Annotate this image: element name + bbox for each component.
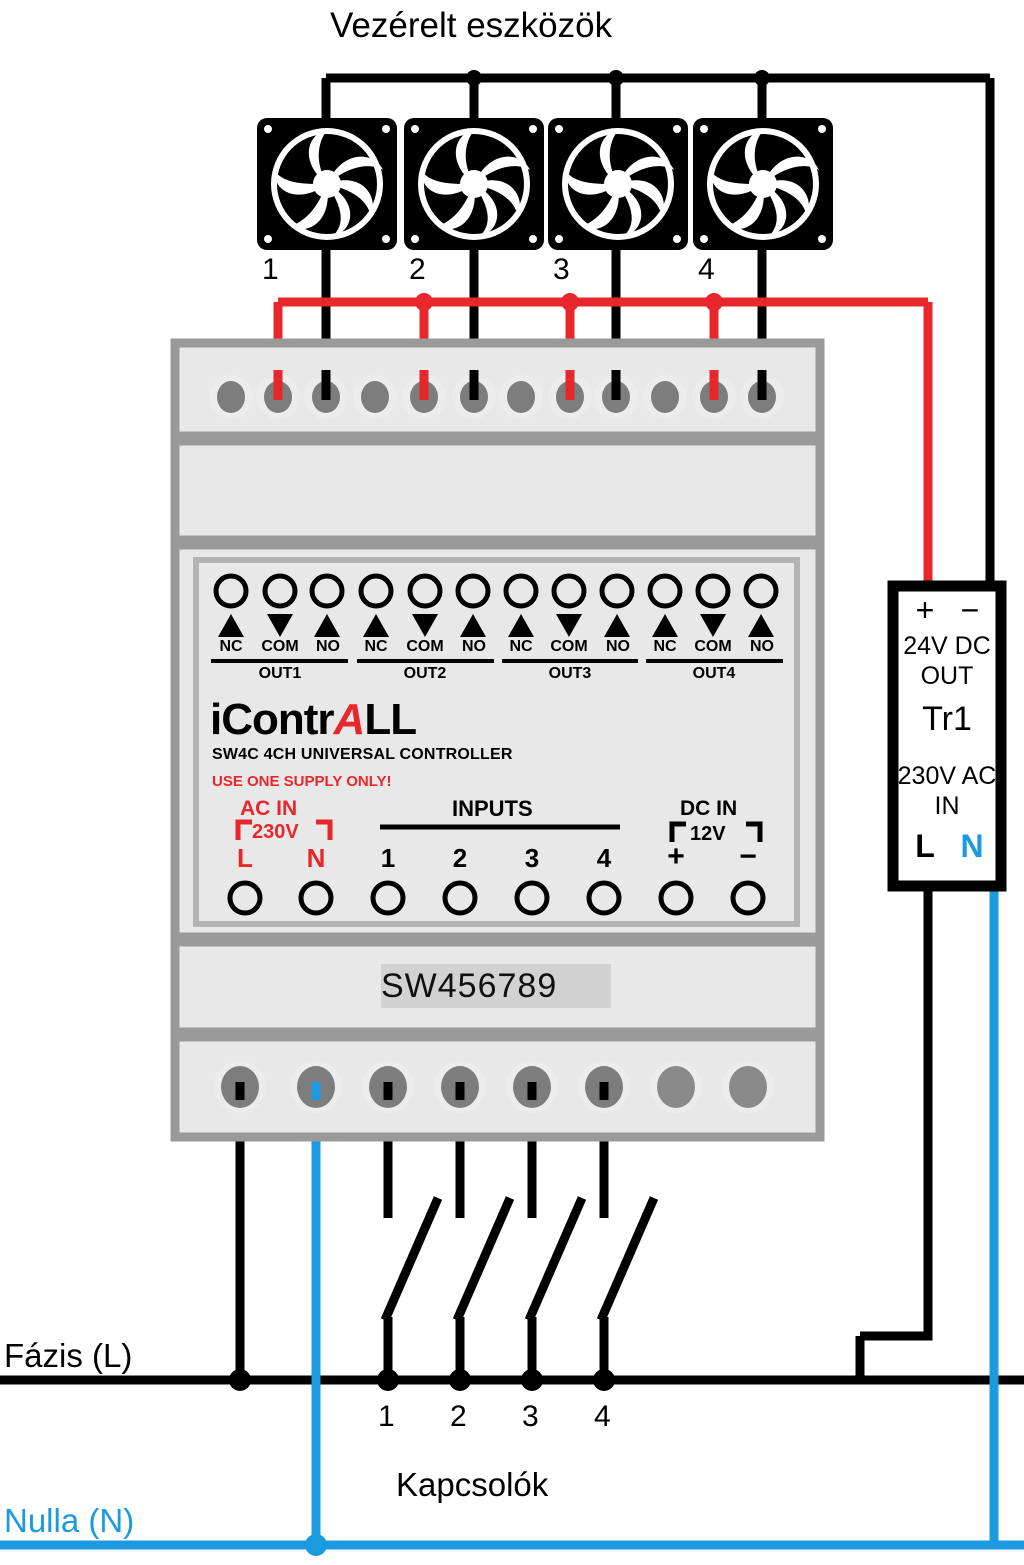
out4-group-label: OUT4	[692, 665, 736, 682]
transformer-L-wire	[855, 886, 933, 1380]
fan-icon-group	[257, 118, 833, 250]
fan-icon	[548, 118, 688, 250]
pin-label-dc-plus: +	[667, 840, 685, 873]
wires-layer	[0, 70, 1024, 1556]
fan-icon	[404, 118, 544, 250]
wiring-diagram: Vezérelt eszközök 1 2 3 4 NC COM NO NC C…	[0, 0, 1024, 1565]
screw-terminal-dc-plus[interactable]	[650, 1061, 702, 1113]
load-number-4: 4	[698, 253, 715, 286]
brand-prefix: iContr	[210, 695, 335, 744]
out2-no-label: NO	[462, 638, 486, 655]
neutral-junction-dot	[305, 1534, 327, 1556]
pin-label-L: L	[237, 843, 253, 873]
screw-terminal[interactable]	[643, 375, 687, 419]
ac-in-voltage: 230V	[252, 821, 299, 843]
screw-terminal-dc-minus[interactable]	[722, 1061, 774, 1113]
fan-icon	[257, 118, 397, 250]
switch-blades	[380, 1196, 659, 1322]
transformer-output-word: OUT	[920, 662, 974, 690]
neutral-bus-label: Nulla (N)	[4, 1502, 135, 1539]
screw-terminal[interactable]	[353, 375, 397, 419]
fan-icon	[693, 118, 833, 250]
inputs-title: INPUTS	[452, 796, 533, 821]
pin-label-in1: 1	[380, 843, 396, 873]
out4-no-label: NO	[750, 638, 774, 655]
supply-warning-label: USE ONE SUPPLY ONLY!	[212, 773, 392, 790]
out1-no-label: NO	[316, 638, 340, 655]
transformer-name: Tr1	[922, 700, 972, 738]
brand-flash-letter: A	[333, 695, 366, 744]
pin-label-in2: 2	[452, 843, 468, 873]
brand-suffix: LL	[364, 695, 417, 744]
load-number-2: 2	[409, 253, 426, 286]
switch-number-2: 2	[450, 1400, 467, 1433]
switch-number-3: 3	[522, 1400, 539, 1433]
load-number-1: 1	[262, 253, 279, 286]
screw-terminal[interactable]	[499, 375, 543, 419]
pin-label-N: N	[306, 843, 326, 873]
out2-group-label: OUT2	[403, 665, 447, 682]
pin-label-in4: 4	[596, 843, 612, 873]
transformer-plus-label: +	[915, 592, 935, 628]
transformer-input-spec: 230V AC	[897, 762, 997, 790]
ac-in-title: AC IN	[240, 797, 298, 820]
pin-label-dc-minus: −	[739, 840, 757, 873]
screw-terminal[interactable]	[209, 375, 253, 419]
page-title: Vezérelt eszközök	[330, 6, 613, 45]
switch-number-1: 1	[378, 1400, 395, 1433]
device-model-label: SW4C 4CH UNIVERSAL CONTROLLER	[212, 746, 513, 763]
pin-label-in3: 3	[524, 843, 540, 873]
transformer-L-label: L	[915, 828, 935, 864]
out1-group-label: OUT1	[258, 665, 302, 682]
brand-logo: iContrALL	[210, 695, 417, 745]
dc-in-title: DC IN	[680, 797, 738, 820]
switch-number-4: 4	[594, 1400, 611, 1433]
out4-com-label: COM	[694, 638, 732, 655]
out3-no-label: NO	[606, 638, 630, 655]
out3-com-label: COM	[550, 638, 588, 655]
out3-group-label: OUT3	[548, 665, 592, 682]
switches-group-label: Kapcsolók	[396, 1466, 549, 1503]
transformer-minus-label: −	[960, 592, 980, 628]
serial-number: SW456789	[381, 967, 558, 1005]
out2-com-label: COM	[406, 638, 444, 655]
transformer-output-spec: 24V DC	[903, 632, 991, 660]
load-number-3: 3	[553, 253, 570, 286]
phase-bus-label: Fázis (L)	[4, 1337, 133, 1374]
transformer-N-label: N	[960, 828, 984, 864]
transformer-input-word: IN	[934, 792, 960, 820]
